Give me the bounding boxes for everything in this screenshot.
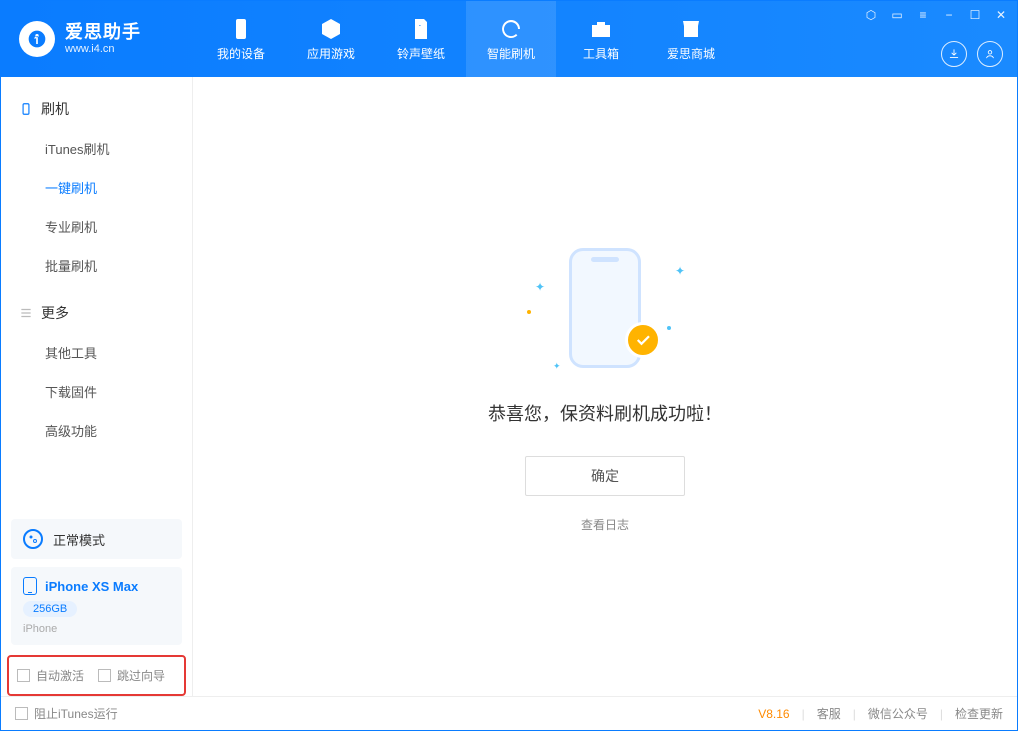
maximize-button[interactable]: ☐ <box>967 7 983 23</box>
dot-icon <box>527 310 531 314</box>
sidebar-item-download-firmware[interactable]: 下载固件 <box>1 372 192 411</box>
version-label: V8.16 <box>758 707 789 721</box>
minimize-button[interactable]: − <box>941 7 957 23</box>
list-icon <box>19 306 33 320</box>
checkbox-label: 跳过向导 <box>117 667 165 684</box>
cube-icon <box>319 17 343 41</box>
success-message: 恭喜您，保资料刷机成功啦！ <box>488 400 722 426</box>
device-mode-label: 正常模式 <box>53 530 105 549</box>
separator: | <box>940 707 943 721</box>
device-card[interactable]: iPhone XS Max 256GB iPhone <box>11 567 182 645</box>
sidebar-item-batch-flash[interactable]: 批量刷机 <box>1 246 192 285</box>
footer: 阻止iTunes运行 V8.16 | 客服 | 微信公众号 | 检查更新 <box>1 696 1017 730</box>
dot-icon <box>667 326 671 330</box>
checkmark-badge-icon <box>625 322 661 358</box>
nav-label: 我的设备 <box>217 45 265 62</box>
menu-icon[interactable]: ≡ <box>915 7 931 23</box>
nav-label: 爱思商城 <box>667 45 715 62</box>
device-capacity-badge: 256GB <box>23 601 77 617</box>
device-type: iPhone <box>23 623 170 635</box>
sparkle-icon: ✦ <box>535 280 545 294</box>
main-content: ✦ ✦ ✦ 恭喜您，保资料刷机成功啦！ 确定 查看日志 <box>193 77 1017 696</box>
nav-toolbox[interactable]: 工具箱 <box>556 1 646 77</box>
tshirt-icon[interactable]: ⬡ <box>863 7 879 23</box>
nav-ringtones[interactable]: 铃声壁纸 <box>376 1 466 77</box>
sidebar-heading-flash: 刷机 <box>1 95 192 123</box>
app-title: 爱思助手 <box>65 23 141 43</box>
app-subtitle: www.i4.cn <box>65 43 141 55</box>
body: 刷机 iTunes刷机 一键刷机 专业刷机 批量刷机 更多 其他工具 下载固件 <box>1 77 1017 696</box>
checkbox-skip-wizard[interactable]: 跳过向导 <box>98 667 165 684</box>
nav-label: 智能刷机 <box>487 45 535 62</box>
store-icon <box>679 17 703 41</box>
sidebar-item-itunes-flash[interactable]: iTunes刷机 <box>1 129 192 168</box>
checkbox-box-icon <box>17 669 30 682</box>
checkbox-label: 自动激活 <box>36 667 84 684</box>
close-button[interactable]: ✕ <box>993 7 1009 23</box>
ok-button[interactable]: 确定 <box>525 456 685 496</box>
user-button[interactable] <box>977 41 1003 67</box>
support-link[interactable]: 客服 <box>817 705 841 722</box>
header-actions <box>941 41 1003 67</box>
logo-badge-icon <box>19 21 55 57</box>
separator: | <box>853 707 856 721</box>
checkbox-label: 阻止iTunes运行 <box>34 705 118 722</box>
sidebar-section-flash: 刷机 iTunes刷机 一键刷机 专业刷机 批量刷机 <box>1 77 192 293</box>
device-info-panel: 正常模式 iPhone XS Max 256GB iPhone 自动激活 <box>1 511 192 696</box>
main-nav: 我的设备 应用游戏 铃声壁纸 智能刷机 工具箱 爱思商城 <box>196 1 736 77</box>
sidebar-heading-label: 更多 <box>41 303 69 323</box>
checkbox-box-icon <box>15 707 28 720</box>
mode-icon <box>23 529 43 549</box>
sidebar-item-oneclick-flash[interactable]: 一键刷机 <box>1 168 192 207</box>
phone-outline-icon <box>23 577 37 595</box>
music-file-icon <box>409 17 433 41</box>
nav-label: 铃声壁纸 <box>397 45 445 62</box>
logo: 爱思助手 www.i4.cn <box>1 1 196 77</box>
wechat-link[interactable]: 微信公众号 <box>868 705 928 722</box>
success-illustration: ✦ ✦ ✦ <box>525 240 685 380</box>
flash-options-highlighted: 自动激活 跳过向导 <box>7 655 186 696</box>
sparkle-icon: ✦ <box>675 264 685 278</box>
nav-my-device[interactable]: 我的设备 <box>196 1 286 77</box>
check-update-link[interactable]: 检查更新 <box>955 705 1003 722</box>
lock-icon[interactable]: ▭ <box>889 7 905 23</box>
nav-store[interactable]: 爱思商城 <box>646 1 736 77</box>
sidebar-heading-label: 刷机 <box>41 99 69 119</box>
device-name: iPhone XS Max <box>45 579 138 594</box>
nav-apps-games[interactable]: 应用游戏 <box>286 1 376 77</box>
header: 爱思助手 www.i4.cn 我的设备 应用游戏 铃声壁纸 智能刷机 <box>1 1 1017 77</box>
device-mode-card[interactable]: 正常模式 <box>11 519 182 559</box>
download-icon <box>947 47 961 61</box>
app-window: 爱思助手 www.i4.cn 我的设备 应用游戏 铃声壁纸 智能刷机 <box>0 0 1018 731</box>
window-controls: ⬡ ▭ ≡ − ☐ ✕ <box>863 7 1009 23</box>
sidebar-item-other-tools[interactable]: 其他工具 <box>1 333 192 372</box>
sparkle-icon: ✦ <box>553 361 561 372</box>
user-icon <box>983 47 997 61</box>
toolbox-icon <box>589 17 613 41</box>
sidebar-item-pro-flash[interactable]: 专业刷机 <box>1 207 192 246</box>
sidebar-item-advanced[interactable]: 高级功能 <box>1 411 192 450</box>
nav-smart-flash[interactable]: 智能刷机 <box>466 1 556 77</box>
sidebar-heading-more: 更多 <box>1 299 192 327</box>
nav-label: 工具箱 <box>583 45 619 62</box>
separator: | <box>802 707 805 721</box>
checkbox-block-itunes[interactable]: 阻止iTunes运行 <box>15 705 118 722</box>
view-log-link[interactable]: 查看日志 <box>581 516 629 533</box>
device-icon <box>229 17 253 41</box>
refresh-shield-icon <box>499 17 523 41</box>
checkbox-auto-activate[interactable]: 自动激活 <box>17 667 84 684</box>
checkbox-box-icon <box>98 669 111 682</box>
nav-label: 应用游戏 <box>307 45 355 62</box>
sidebar-section-more: 更多 其他工具 下载固件 高级功能 <box>1 293 192 458</box>
phone-small-icon <box>19 102 33 116</box>
sidebar: 刷机 iTunes刷机 一键刷机 专业刷机 批量刷机 更多 其他工具 下载固件 <box>1 77 193 696</box>
download-button[interactable] <box>941 41 967 67</box>
